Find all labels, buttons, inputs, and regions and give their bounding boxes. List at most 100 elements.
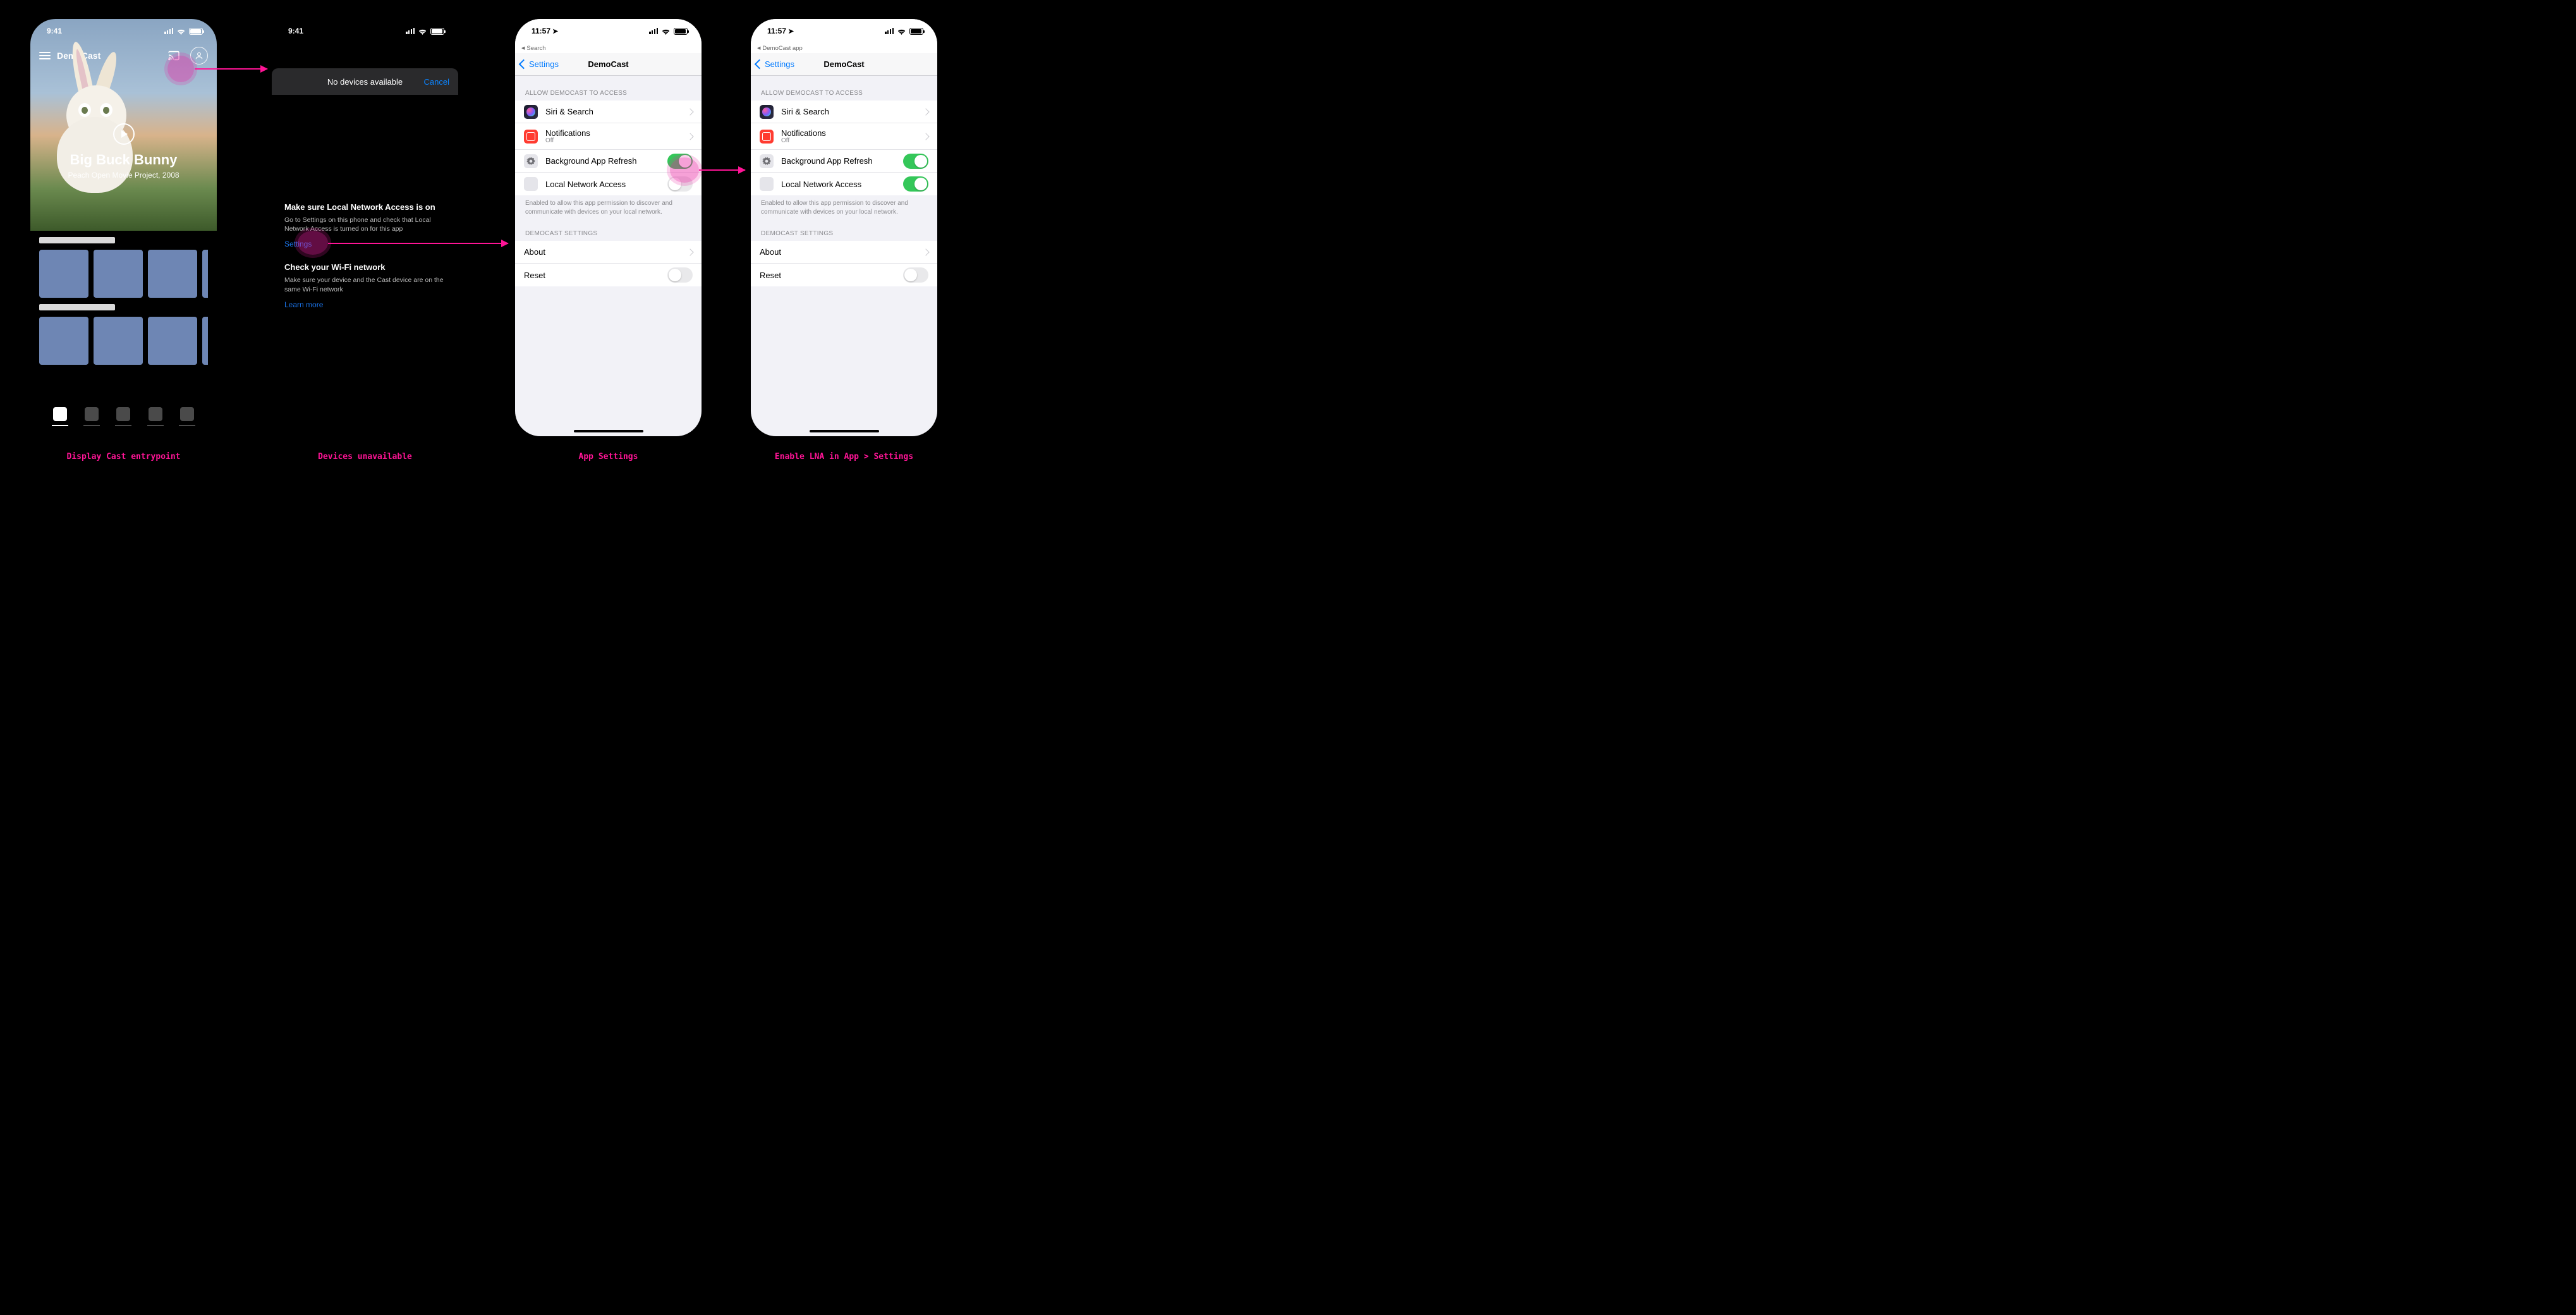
- group-header-app: DEMOCAST SETTINGS: [515, 216, 702, 241]
- cellular-icon: [649, 28, 658, 34]
- status-time: 11:57: [767, 27, 786, 35]
- thumbnail[interactable]: [202, 317, 208, 365]
- row-label: About: [760, 247, 923, 257]
- play-button[interactable]: [113, 123, 135, 145]
- lna-description: Go to Settings on this phone and check t…: [284, 216, 446, 233]
- flow-arrow: [195, 68, 267, 70]
- row-about[interactable]: About: [751, 241, 937, 264]
- thumbnail[interactable]: [39, 250, 88, 298]
- tab-item[interactable]: [85, 407, 99, 421]
- row-label: Reset: [524, 271, 667, 280]
- chevron-right-icon: [923, 247, 928, 258]
- switch-reset[interactable]: [667, 267, 693, 283]
- notifications-icon: [760, 130, 774, 144]
- row-sublabel: Off: [545, 138, 688, 144]
- nav-bar: Settings DemoCast: [751, 53, 937, 76]
- row-label: Notifications: [545, 128, 688, 138]
- chevron-right-icon: [923, 131, 928, 142]
- gear-icon: [760, 154, 774, 168]
- thumbnail[interactable]: [148, 317, 197, 365]
- breadcrumb[interactable]: Search: [515, 43, 702, 53]
- lna-footer-note: Enabled to allow this app permission to …: [751, 195, 937, 216]
- cast-button[interactable]: [164, 46, 184, 66]
- nav-title: DemoCast: [751, 59, 937, 69]
- home-indicator: [574, 430, 643, 432]
- row-label: Background App Refresh: [545, 156, 667, 166]
- row-title-placeholder: [39, 237, 115, 243]
- row-label: Siri & Search: [781, 107, 923, 116]
- lna-footer-note: Enabled to allow this app permission to …: [515, 195, 702, 216]
- row-label: Reset: [760, 271, 903, 280]
- status-bar: 9:41: [30, 19, 217, 43]
- row-siri-search[interactable]: Siri & Search: [751, 101, 937, 123]
- tab-bar: [30, 401, 217, 427]
- wifi-icon: [661, 28, 671, 35]
- caption-4: Enable LNA in App > Settings: [751, 452, 937, 462]
- content-row-2: [30, 298, 217, 365]
- cellular-icon: [406, 28, 415, 34]
- group-header-app: DEMOCAST SETTINGS: [751, 216, 937, 241]
- thumbnail[interactable]: [148, 250, 197, 298]
- location-icon: ➤: [788, 27, 794, 35]
- tab-item[interactable]: [180, 407, 194, 421]
- profile-button[interactable]: [190, 47, 208, 64]
- settings-link[interactable]: Settings: [284, 240, 312, 248]
- status-time: 9:41: [288, 27, 303, 35]
- caption-1: Display Cast entrypoint: [30, 452, 217, 462]
- row-about[interactable]: About: [515, 241, 702, 264]
- switch-bg-refresh[interactable]: [667, 154, 693, 169]
- switch-lna[interactable]: [903, 176, 928, 192]
- row-siri-search[interactable]: Siri & Search: [515, 101, 702, 123]
- cellular-icon: [885, 28, 894, 34]
- nav-bar: Settings DemoCast: [515, 53, 702, 76]
- flow-arrow: [328, 243, 508, 244]
- thumbnail[interactable]: [202, 250, 208, 298]
- status-bar: 9:41: [272, 19, 458, 43]
- row-notifications[interactable]: Notifications Off: [515, 123, 702, 150]
- chevron-right-icon: [688, 131, 693, 142]
- content-row-1: [30, 231, 217, 298]
- row-local-network-access: Local Network Access: [515, 173, 702, 195]
- hero-title: Big Buck Bunny: [30, 152, 217, 168]
- row-label: Local Network Access: [781, 180, 903, 189]
- caption-2: Devices unavailable: [272, 452, 458, 462]
- thumbnail[interactable]: [94, 250, 143, 298]
- thumbnail[interactable]: [39, 317, 88, 365]
- status-bar: 11:57➤: [751, 19, 937, 43]
- lna-icon: [760, 177, 774, 191]
- wifi-icon: [176, 28, 186, 35]
- row-reset: Reset: [751, 264, 937, 286]
- row-notifications[interactable]: Notifications Off: [751, 123, 937, 150]
- caption-3: App Settings: [515, 452, 702, 462]
- phone-democast-app: 9:41 DemoCast: [30, 19, 217, 436]
- breadcrumb[interactable]: DemoCast app: [751, 43, 937, 53]
- tab-item[interactable]: [149, 407, 162, 421]
- status-bar: 11:57➤: [515, 19, 702, 43]
- chevron-right-icon: [923, 106, 928, 118]
- battery-icon: [674, 28, 688, 35]
- gear-icon: [524, 154, 538, 168]
- thumbnail[interactable]: [94, 317, 143, 365]
- row-title-placeholder: [39, 304, 115, 310]
- battery-icon: [909, 28, 923, 35]
- row-background-refresh: Background App Refresh: [751, 150, 937, 173]
- hero-subtitle: Peach Open Movie Project, 2008: [30, 171, 217, 180]
- switch-lna[interactable]: [667, 176, 693, 192]
- lna-icon: [524, 177, 538, 191]
- switch-bg-refresh[interactable]: [903, 154, 928, 169]
- row-label: Siri & Search: [545, 107, 688, 116]
- wifi-description: Make sure your device and the Cast devic…: [284, 276, 446, 293]
- learn-more-link[interactable]: Learn more: [284, 300, 323, 309]
- row-label: Local Network Access: [545, 180, 667, 189]
- phone-settings-lna-on: 11:57➤ DemoCast app Settings DemoCast AL…: [751, 19, 937, 436]
- wifi-icon: [418, 28, 427, 35]
- tab-item[interactable]: [53, 407, 67, 421]
- row-label: Notifications: [781, 128, 923, 138]
- cancel-button[interactable]: Cancel: [424, 77, 449, 87]
- tab-item[interactable]: [116, 407, 130, 421]
- switch-reset[interactable]: [903, 267, 928, 283]
- phone-settings-lna-off: 11:57➤ Search Settings DemoCast ALLOW DE…: [515, 19, 702, 436]
- battery-icon: [189, 28, 203, 35]
- row-background-refresh: Background App Refresh: [515, 150, 702, 173]
- lna-heading: Make sure Local Network Access is on: [284, 202, 446, 212]
